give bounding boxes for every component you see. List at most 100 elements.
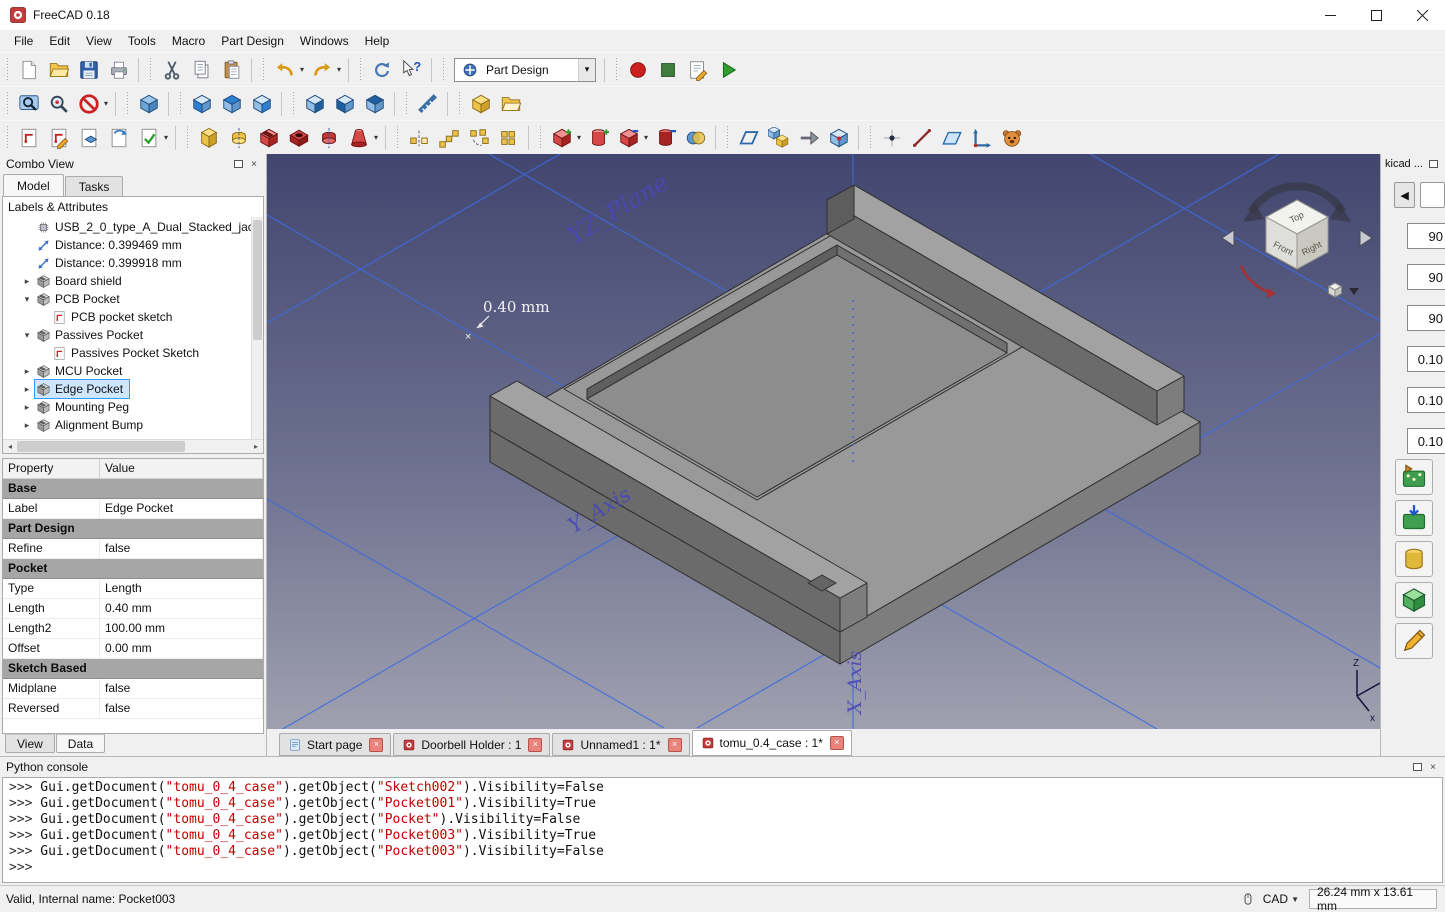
property-value[interactable]: 0.40 mm — [100, 599, 263, 618]
toolbar-button-macro-stop[interactable] — [653, 55, 683, 85]
toolbar-button-view-top[interactable] — [217, 89, 247, 119]
property-row-length[interactable]: Length0.40 mm — [3, 599, 263, 619]
combo-view-header[interactable]: Combo View × — [0, 154, 266, 174]
toolbar-grip[interactable] — [5, 126, 10, 150]
document-tab-close-icon[interactable]: × — [830, 736, 844, 750]
nav-style-dropdown-icon[interactable]: ▼ — [1291, 895, 1299, 904]
toolbar-button-pd-hole[interactable] — [284, 123, 314, 153]
tree-item-distance-0-399918-mm[interactable]: Distance: 0.399918 mm — [3, 254, 263, 272]
tree-expand-arrow-icon[interactable]: ▾ — [19, 330, 35, 341]
toolbar-button-measure-distance[interactable] — [413, 89, 443, 119]
toolbar-button-macro-record[interactable] — [623, 55, 653, 85]
combo-view-float-icon[interactable] — [230, 157, 246, 171]
toolbar-button-new-document[interactable] — [14, 55, 44, 85]
toolbar-button-view-isometric[interactable] — [134, 89, 164, 119]
toolbar-button-view-bottom[interactable] — [330, 89, 360, 119]
toolbar-button-pd-groove[interactable] — [314, 123, 344, 153]
property-value[interactable]: false — [100, 699, 263, 718]
toolbar-grip[interactable] — [395, 126, 400, 150]
toolbar-button-pd-pocket[interactable] — [254, 123, 284, 153]
pd-loft-dropdown-icon[interactable]: ▾ — [371, 123, 381, 153]
toolbar-button-addon-puppy[interactable] — [997, 123, 1027, 153]
toolbar-button-view-right[interactable] — [247, 89, 277, 119]
tree-expand-arrow-icon[interactable]: ▸ — [19, 366, 35, 377]
property-tab-view[interactable]: View — [5, 734, 55, 753]
toolbar-button-pd-datum-line[interactable] — [907, 123, 937, 153]
property-group-part-design[interactable]: Part Design — [3, 519, 263, 539]
toolbar-button-pd-subtractive-cylinder[interactable] — [651, 123, 681, 153]
scroll-left-icon[interactable]: ◂ — [3, 440, 17, 453]
spin-field-1[interactable]: 90 — [1407, 223, 1445, 249]
toolbar-grip[interactable] — [725, 126, 730, 150]
python-console-float-icon[interactable] — [1409, 760, 1425, 774]
document-tab-start-page[interactable]: Start page× — [279, 733, 391, 756]
button-kicad-load[interactable] — [1395, 459, 1433, 495]
tree-horizontal-scrollbar[interactable]: ◂ ▸ — [3, 439, 263, 453]
toolbar-button-paste[interactable] — [217, 55, 247, 85]
toolbar-button-pd-migrate[interactable] — [794, 123, 824, 153]
tree-expand-arrow-icon[interactable]: ▾ — [19, 294, 35, 305]
kicad-panel-float-icon[interactable] — [1425, 157, 1441, 171]
toolbar-grip[interactable] — [457, 92, 462, 116]
toolbar-button-undo[interactable] — [270, 55, 300, 85]
close-button[interactable] — [1399, 0, 1445, 30]
toolbar-grip[interactable] — [5, 92, 10, 116]
tree-item-alignment-bump[interactable]: ▸Alignment Bump — [3, 416, 263, 434]
button-kicad-edit[interactable] — [1395, 623, 1433, 659]
document-tab-close-icon[interactable]: × — [369, 738, 383, 752]
spin-field-2[interactable]: 90 — [1407, 264, 1445, 290]
toolbar-button-macro-play[interactable] — [713, 55, 743, 85]
menu-item-windows[interactable]: Windows — [292, 31, 357, 51]
button-kicad-solid[interactable] — [1395, 582, 1433, 618]
combo-view-close-icon[interactable]: × — [246, 157, 262, 171]
menu-item-view[interactable]: View — [78, 31, 120, 51]
toolbar-grip[interactable] — [291, 92, 296, 116]
toolbar-grip[interactable] — [148, 58, 153, 82]
python-console-header[interactable]: Python console × — [0, 757, 1445, 777]
menu-item-edit[interactable]: Edit — [41, 31, 78, 51]
viewport-canvas[interactable]: YZ_Plane Y_Axis X_Axis 0.40 mm × — [267, 154, 1380, 729]
toolbar-button-pd-subtractive-box[interactable] — [614, 123, 644, 153]
pd-subtractive-box-dropdown-icon[interactable]: ▾ — [641, 123, 651, 153]
tree-expand-arrow-icon[interactable]: ▸ — [19, 402, 35, 413]
3d-viewport[interactable]: YZ_Plane Y_Axis X_Axis 0.40 mm × — [267, 154, 1380, 729]
toolbar-button-pd-linear-pattern[interactable] — [434, 123, 464, 153]
property-row-midplane[interactable]: Midplanefalse — [3, 679, 263, 699]
spin-field-6[interactable]: 0.10 — [1407, 428, 1445, 454]
property-row-type[interactable]: TypeLength — [3, 579, 263, 599]
property-value[interactable]: false — [100, 679, 263, 698]
toolbar-grip[interactable] — [178, 92, 183, 116]
tree-item-board-shield[interactable]: ▸Board shield — [3, 272, 263, 290]
prev-arrow-button[interactable]: ◀ — [1394, 182, 1415, 208]
toolbar-grip[interactable] — [185, 126, 190, 150]
property-value[interactable]: false — [100, 539, 263, 558]
toolbar-button-sketch-edit[interactable] — [44, 123, 74, 153]
property-value[interactable]: Edge Pocket — [100, 499, 263, 518]
toolbar-button-pd-loft[interactable] — [344, 123, 374, 153]
toolbar-grip[interactable] — [538, 126, 543, 150]
property-group-base[interactable]: Base — [3, 479, 263, 499]
property-row-offset[interactable]: Offset0.00 mm — [3, 639, 263, 659]
document-tab-close-icon[interactable]: × — [668, 738, 682, 752]
maximize-button[interactable] — [1353, 0, 1399, 30]
minimize-button[interactable] — [1307, 0, 1353, 30]
toolbar-grip[interactable] — [5, 58, 10, 82]
toolbar-grip[interactable] — [868, 126, 873, 150]
toolbar-button-create-part[interactable] — [466, 89, 496, 119]
property-row-label[interactable]: LabelEdge Pocket — [3, 499, 263, 519]
toolbar-button-sketch-create[interactable] — [14, 123, 44, 153]
tree-expand-arrow-icon[interactable]: ▸ — [19, 276, 35, 287]
toolbar-button-fit-all[interactable] — [14, 89, 44, 119]
menu-item-help[interactable]: Help — [357, 31, 398, 51]
property-group-sketch-based[interactable]: Sketch Based — [3, 659, 263, 679]
toolbar-button-pd-clone[interactable] — [764, 123, 794, 153]
tree-vertical-scrollbar[interactable] — [251, 217, 263, 439]
toolbar-button-print[interactable] — [104, 55, 134, 85]
property-value[interactable]: Length — [100, 579, 263, 598]
toolbar-button-sketch-reorient[interactable] — [104, 123, 134, 153]
toolbar-button-pd-mirrored[interactable] — [404, 123, 434, 153]
toolbar-grip[interactable] — [261, 58, 266, 82]
toolbar-grip[interactable] — [404, 92, 409, 116]
spin-field-3[interactable]: 90 — [1407, 305, 1445, 331]
toolbar-button-save-document[interactable] — [74, 55, 104, 85]
